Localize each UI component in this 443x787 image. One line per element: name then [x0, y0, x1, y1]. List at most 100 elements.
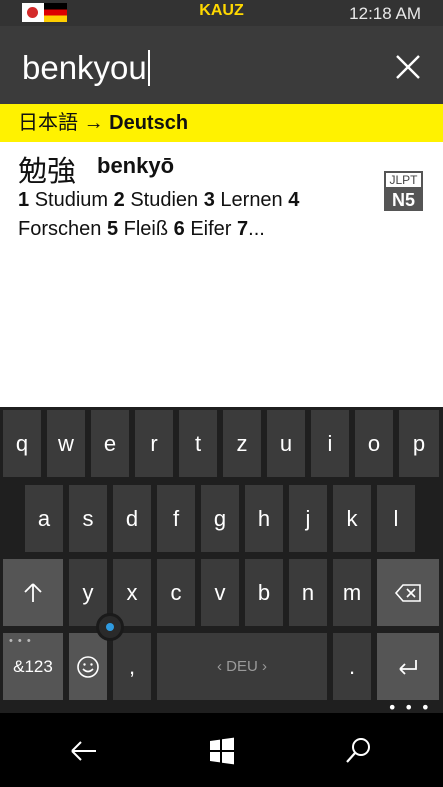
shift-key[interactable]	[3, 559, 63, 626]
key-v[interactable]: v	[201, 559, 239, 626]
enter-icon	[399, 659, 417, 675]
home-button[interactable]	[202, 733, 242, 769]
backspace-key[interactable]	[377, 559, 439, 626]
source-language: 日本語	[18, 112, 78, 134]
jlpt-level: N5	[384, 189, 423, 211]
jlpt-badge: JLPT N5	[384, 171, 423, 211]
key-j[interactable]: j	[289, 485, 327, 552]
key-a[interactable]: a	[25, 485, 63, 552]
backspace-icon	[394, 583, 421, 602]
more-icon[interactable]: • • •	[388, 700, 431, 716]
key-m[interactable]: m	[333, 559, 371, 626]
enter-key[interactable]	[377, 633, 439, 700]
cursor-control-icon[interactable]	[96, 613, 124, 641]
key-r[interactable]: r	[135, 410, 173, 477]
key-d[interactable]: d	[113, 485, 151, 552]
key-c[interactable]: c	[157, 559, 195, 626]
key-label: i	[327, 430, 333, 456]
meaning-text: Studien	[130, 189, 199, 211]
key-f[interactable]: f	[157, 485, 195, 552]
meaning-number: 2	[113, 189, 125, 211]
result-entry[interactable]: 勉強 benkyō 1 Studium 2 Studien 3 Lernen 4…	[0, 142, 443, 262]
meaning-text: ...	[248, 218, 265, 240]
meaning-number: 5	[106, 218, 119, 240]
key-z[interactable]: z	[223, 410, 261, 477]
search-bar: benkyou	[0, 26, 443, 104]
key-label: c	[170, 579, 182, 605]
key-label: p	[412, 430, 426, 456]
meaning-text: Forschen	[18, 218, 102, 240]
meaning-number: 7	[237, 218, 249, 240]
key-e[interactable]: e	[91, 410, 129, 477]
key-t[interactable]: t	[179, 410, 217, 477]
key-label: g	[213, 505, 227, 531]
language-direction-bar[interactable]: 日本語 → Deutsch	[0, 104, 443, 142]
search-input-value: benkyou	[22, 49, 147, 86]
meaning-number: 1	[18, 189, 30, 211]
key-u[interactable]: u	[267, 410, 305, 477]
meaning-number: 3	[203, 189, 215, 211]
back-button[interactable]	[64, 733, 104, 769]
key-label: z	[236, 430, 248, 456]
language-direction: 日本語 → Deutsch	[18, 104, 188, 142]
jlpt-label: JLPT	[384, 171, 423, 189]
key-label: j	[305, 505, 311, 531]
result-meanings: 1 Studium 2 Studien 3 Lernen 4 Forschen …	[18, 186, 348, 244]
key-more-dots: • • •	[9, 635, 32, 647]
key-label: ,	[128, 653, 136, 679]
text-caret	[147, 50, 150, 86]
comma-key[interactable]: ,	[113, 633, 151, 700]
key-q[interactable]: q	[3, 410, 41, 477]
key-label: .	[348, 653, 356, 679]
on-screen-keyboard: q w e r t z u i o p a s d f g h j k l y …	[0, 407, 443, 713]
key-label: m	[342, 579, 362, 605]
key-label: u	[279, 430, 293, 456]
back-arrow-icon	[71, 741, 96, 761]
key-l[interactable]: l	[377, 485, 415, 552]
key-o[interactable]: o	[355, 410, 393, 477]
meaning-text: Fleiß	[123, 218, 169, 240]
emoji-icon	[77, 655, 99, 678]
key-label: t	[194, 430, 202, 456]
key-s[interactable]: s	[69, 485, 107, 552]
key-label: v	[214, 579, 226, 605]
emoji-key[interactable]	[69, 633, 107, 700]
key-p[interactable]: p	[399, 410, 439, 477]
key-k[interactable]: k	[333, 485, 371, 552]
key-label: r	[150, 430, 158, 456]
key-label: &123	[13, 656, 53, 676]
key-label: f	[172, 505, 180, 531]
key-label: x	[126, 579, 138, 605]
meaning-text: Lernen	[220, 189, 283, 211]
key-h[interactable]: h	[245, 485, 283, 552]
search-input[interactable]: benkyou	[22, 50, 150, 86]
key-n[interactable]: n	[289, 559, 327, 626]
key-b[interactable]: b	[245, 559, 283, 626]
period-key[interactable]: .	[333, 633, 371, 700]
key-label: e	[103, 430, 117, 456]
clear-search-button[interactable]	[393, 52, 423, 82]
windows-icon	[210, 737, 234, 765]
key-i[interactable]: i	[311, 410, 349, 477]
key-g[interactable]: g	[201, 485, 239, 552]
direction-arrow: →	[83, 112, 104, 134]
meaning-number: 6	[173, 218, 185, 240]
key-label: d	[125, 505, 139, 531]
space-language-label: ‹ DEU ›	[217, 658, 267, 675]
navigation-bar	[0, 713, 443, 787]
search-button[interactable]	[338, 733, 378, 769]
key-label: q	[15, 430, 29, 456]
key-label: l	[393, 505, 399, 531]
meaning-text: Eifer	[190, 218, 232, 240]
key-w[interactable]: w	[47, 410, 85, 477]
key-label: h	[257, 505, 271, 531]
space-key[interactable]: ‹ DEU ›	[157, 633, 327, 700]
clock: 12:18 AM	[349, 4, 421, 23]
result-reading: benkyō	[97, 153, 175, 178]
numbers-key[interactable]: • • • &123	[3, 633, 63, 700]
key-label: n	[301, 579, 315, 605]
key-label: y	[82, 579, 94, 605]
key-label: b	[257, 579, 271, 605]
key-label: k	[346, 505, 358, 531]
shift-arrow-icon	[24, 582, 42, 602]
